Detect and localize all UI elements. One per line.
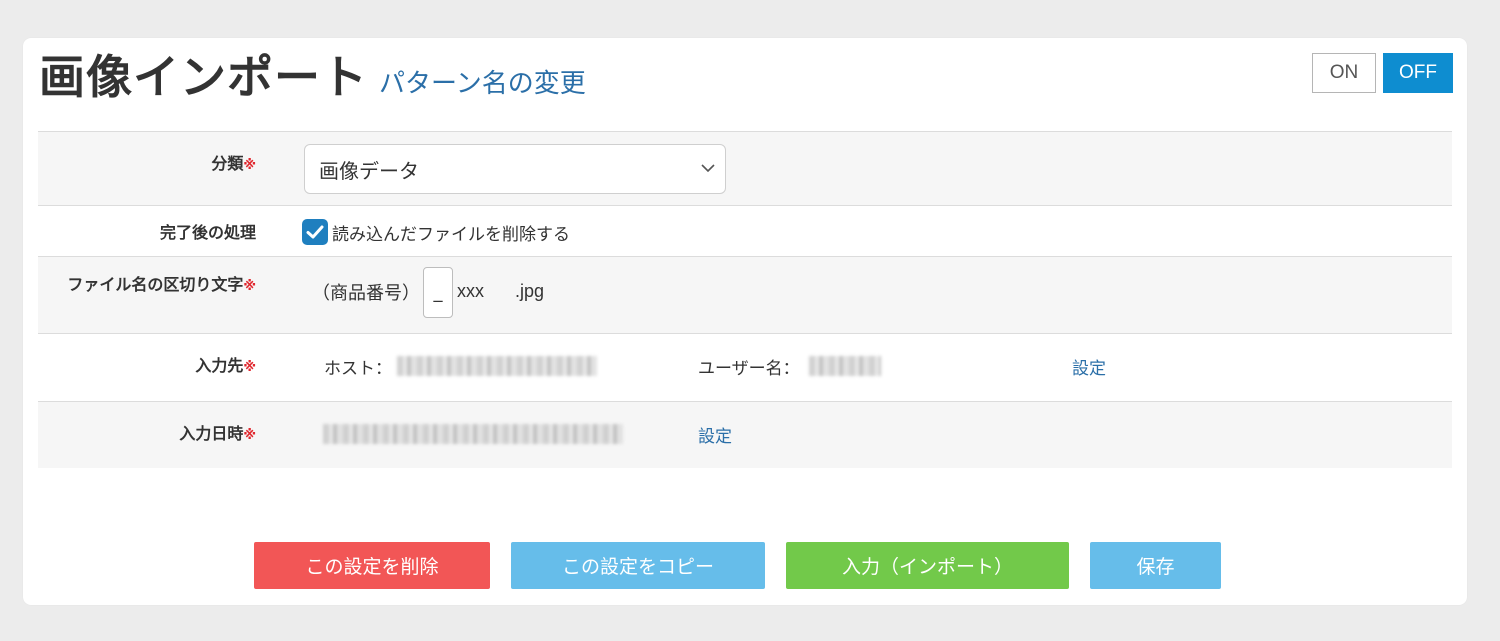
on-off-toggle: ON OFF: [1312, 53, 1453, 93]
separator-row: ファイル名の区切り文字※ （商品番号） _ xxx .jpg: [38, 256, 1452, 333]
save-button[interactable]: 保存: [1090, 542, 1221, 589]
required-mark: ※: [243, 158, 256, 173]
filename-suffix-text: xxx: [457, 281, 484, 301]
after-complete-row: 完了後の処理 読み込んだファイルを削除する: [38, 205, 1452, 256]
destination-label: 入力先※: [195, 356, 256, 375]
required-mark: ※: [243, 428, 256, 443]
import-settings-card: 画像インポート パターン名の変更 ON OFF 分類※ 画像データ 完了後の処理…: [23, 38, 1467, 605]
datetime-label: 入力日時※: [179, 424, 256, 443]
datetime-row: 入力日時※ 設定: [38, 401, 1452, 468]
delete-settings-button[interactable]: この設定を削除: [254, 542, 490, 589]
delete-files-checkbox[interactable]: [302, 219, 328, 245]
host-label: ホスト：: [324, 359, 392, 379]
toggle-on-button[interactable]: ON: [1312, 53, 1376, 93]
destination-row: 入力先※ ホスト： ユーザー名： 設定: [38, 333, 1452, 401]
copy-settings-button[interactable]: この設定をコピー: [511, 542, 765, 589]
separator-label: ファイル名の区切り文字※: [67, 275, 256, 294]
category-row: 分類※ 画像データ: [38, 131, 1452, 205]
chevron-down-icon: [701, 164, 715, 173]
import-button[interactable]: 入力（インポート）: [786, 542, 1069, 589]
rename-pattern-link[interactable]: パターン名の変更: [379, 68, 586, 100]
settings-form: 分類※ 画像データ 完了後の処理 読み込んだファイルを削除する ファイル名の区切…: [38, 131, 1452, 468]
category-selected-value: 画像データ: [319, 158, 419, 183]
datetime-value-redacted: [323, 424, 623, 444]
after-complete-label: 完了後の処理: [159, 223, 256, 242]
category-label: 分類※: [211, 154, 256, 173]
required-mark: ※: [243, 279, 256, 294]
username-label: ユーザー名：: [698, 359, 800, 379]
checkmark-icon: [306, 225, 324, 239]
category-select[interactable]: 画像データ: [304, 144, 726, 194]
username-value-redacted: [809, 356, 881, 376]
file-extension-text: .jpg: [515, 281, 545, 301]
page-title: 画像インポート: [39, 50, 368, 104]
toggle-off-button[interactable]: OFF: [1383, 53, 1453, 93]
required-mark: ※: [243, 360, 256, 375]
delete-files-checkbox-label[interactable]: 読み込んだファイルを削除する: [332, 220, 570, 245]
separator-input[interactable]: _: [423, 267, 453, 318]
product-number-label: （商品番号）: [312, 283, 420, 304]
datetime-settings-link[interactable]: 設定: [698, 422, 732, 447]
host-value-redacted: [397, 356, 597, 376]
destination-settings-link[interactable]: 設定: [1072, 354, 1106, 379]
